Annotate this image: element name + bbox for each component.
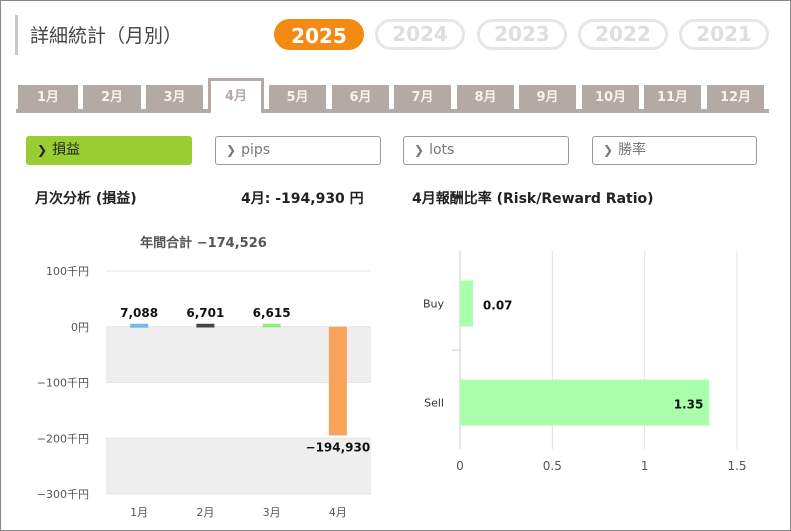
bar-3月 — [262, 323, 281, 328]
x-tick-label: 2月 — [196, 506, 214, 519]
month-total-value: -194,930 円 — [275, 191, 364, 207]
category-label: Sell — [424, 397, 444, 410]
month-tab-12[interactable]: 12月 — [707, 85, 764, 111]
month-total: 4月: -194,930 円 — [241, 188, 364, 208]
metric-tab-profit[interactable]: ❯ 損益 — [26, 136, 192, 165]
year-button-2023[interactable]: 2023 — [477, 19, 567, 50]
month-tab-7[interactable]: 7月 — [394, 85, 451, 111]
bar-Buy — [460, 280, 473, 327]
data-label: −194,930 — [306, 440, 371, 454]
x-tick-label: 1 — [641, 459, 649, 473]
month-tab-8[interactable]: 8月 — [457, 85, 514, 111]
stats-panel: 詳細統計（月別） 2025 2024 2023 2022 2021 1月 2月 … — [0, 0, 791, 531]
chevron-right-icon: ❯ — [603, 143, 614, 157]
month-total-label: 4月: — [241, 191, 271, 207]
chevron-right-icon: ❯ — [226, 143, 237, 157]
year-button-2021[interactable]: 2021 — [679, 19, 769, 50]
metric-tab-lots[interactable]: ❯ lots — [403, 136, 569, 165]
metric-tab-label: 損益 — [52, 142, 81, 158]
month-tab-4[interactable]: 4月 — [208, 78, 264, 113]
month-tab-9[interactable]: 9月 — [519, 85, 576, 111]
month-tab-3[interactable]: 3月 — [146, 85, 203, 111]
y-tick-label: −200千円 — [37, 432, 89, 445]
x-tick-label: 1.5 — [727, 459, 746, 473]
month-tab-11[interactable]: 11月 — [644, 85, 701, 111]
month-tab-5[interactable]: 5月 — [269, 85, 326, 111]
bar-Sell — [460, 379, 710, 426]
data-label: 6,615 — [253, 306, 291, 320]
y-tick-label: 100千円 — [46, 265, 89, 278]
data-label: 6,701 — [186, 306, 224, 320]
chevron-right-icon: ❯ — [414, 143, 425, 157]
bar-1月 — [130, 323, 149, 328]
month-tab-6[interactable]: 6月 — [332, 85, 389, 111]
y-tick-label: 0円 — [71, 321, 89, 334]
chart-title: 年間合計 −174,526 — [140, 235, 267, 251]
year-button-2024[interactable]: 2024 — [375, 19, 465, 50]
metric-tab-pips[interactable]: ❯ pips — [215, 136, 381, 165]
month-tab-2[interactable]: 2月 — [83, 85, 141, 111]
data-label: 1.35 — [674, 398, 704, 412]
metric-tab-label: lots — [429, 142, 455, 158]
data-label: 7,088 — [120, 306, 158, 320]
page-title: 詳細統計（月別） — [30, 25, 183, 47]
x-tick-label: 1月 — [130, 506, 148, 519]
x-tick-label: 0 — [456, 459, 464, 473]
monthly-analysis-heading: 月次分析 (損益) — [35, 191, 137, 207]
category-label: Buy — [423, 298, 445, 311]
y-tick-label: −100千円 — [37, 377, 89, 390]
risk-reward-heading: 4月報酬比率 (Risk/Reward Ratio) — [412, 191, 654, 207]
x-tick-label: 4月 — [329, 506, 347, 519]
y-tick-label: −300千円 — [37, 488, 89, 501]
metric-tab-label: 勝率 — [618, 142, 647, 158]
month-tab-1[interactable]: 1月 — [18, 85, 78, 111]
bar-2月 — [196, 323, 215, 328]
monthly-profit-chart: 100千円 0円 −100千円 −200千円 −300千円 7,088 1月 6,701 2月 6… — [37, 235, 371, 519]
x-tick-label: 0.5 — [543, 459, 562, 473]
risk-reward-chart: 0 0.5 1 1.5 Buy 0.07 Sell 1.35 — [423, 251, 747, 473]
metric-tab-label: pips — [241, 142, 271, 158]
title-bar: 詳細統計（月別） — [15, 15, 278, 55]
year-button-2025[interactable]: 2025 — [274, 19, 364, 50]
x-tick-label: 3月 — [263, 506, 281, 519]
year-button-2022[interactable]: 2022 — [578, 19, 668, 50]
month-tab-10[interactable]: 10月 — [582, 85, 639, 111]
data-label: 0.07 — [483, 299, 513, 313]
chevron-right-icon: ❯ — [37, 143, 48, 157]
bar-4月 — [328, 326, 347, 436]
metric-tab-winrate[interactable]: ❯ 勝率 — [592, 136, 757, 165]
